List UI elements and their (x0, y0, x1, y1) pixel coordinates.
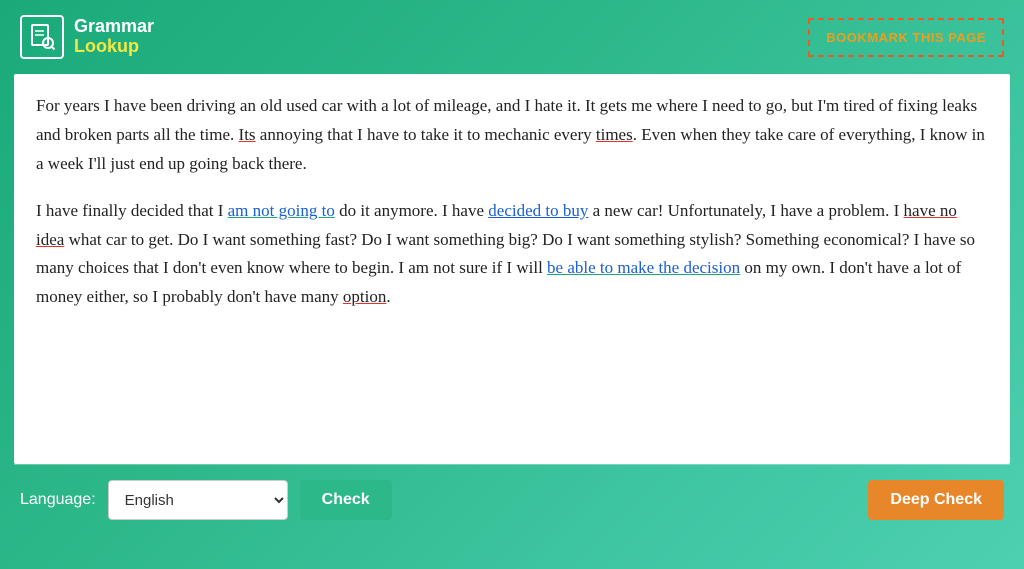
logo-area: Grammar Lookup (20, 15, 154, 59)
logo-text: Grammar Lookup (74, 17, 154, 57)
paragraph-1: For years I have been driving an old use… (36, 92, 988, 179)
paragraph-2: I have finally decided that I am not goi… (36, 197, 988, 313)
phrase-be-able: be able to make the decision (547, 258, 740, 277)
phrase-am-not-going-to: am not going to (228, 201, 335, 220)
logo-grammar: Grammar (74, 17, 154, 37)
logo-lookup: Lookup (74, 37, 154, 57)
error-times: times (596, 125, 633, 144)
language-select[interactable]: English Spanish French German (108, 480, 288, 520)
logo-icon (20, 15, 64, 59)
check-button[interactable]: Check (300, 480, 392, 520)
bookmark-button[interactable]: BOOKMARK THIS PAGE (808, 18, 1004, 57)
error-its: Its (239, 125, 256, 144)
header: Grammar Lookup BOOKMARK THIS PAGE (0, 0, 1024, 74)
text-editor[interactable]: For years I have been driving an old use… (14, 74, 1010, 464)
language-label: Language: (20, 491, 96, 509)
deep-check-button[interactable]: Deep Check (868, 480, 1004, 520)
phrase-decided-to-buy: decided to buy (488, 201, 588, 220)
error-option: option (343, 287, 386, 306)
bottom-bar: Language: English Spanish French German … (0, 465, 1024, 535)
